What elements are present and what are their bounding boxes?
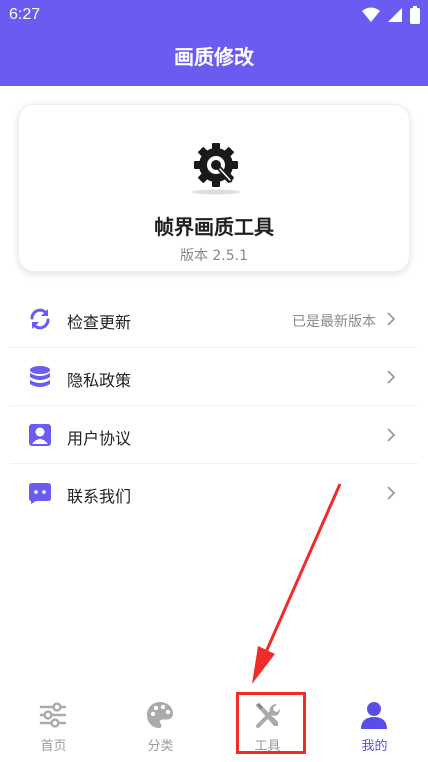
gear-wrench-logo-icon: [192, 143, 240, 195]
settings-menu: 检查更新 已是最新版本 隐私政策 用户协议 联系我们: [10, 290, 418, 522]
chat-icon: [29, 483, 51, 504]
tab-home[interactable]: 首页: [0, 688, 107, 762]
battery-icon: [410, 6, 420, 24]
app-name: 帧界画质工具: [154, 215, 274, 239]
menu-label: 隐私政策: [67, 371, 132, 390]
chevron-right-icon: [387, 428, 396, 442]
annotation-highlight-box: [236, 692, 306, 754]
status-time: 6:27: [9, 6, 41, 23]
status-icons: [362, 6, 420, 24]
menu-item-user-agreement[interactable]: 用户协议: [10, 406, 418, 464]
status-bar: 6:27: [0, 0, 428, 32]
user-card-icon: [29, 424, 51, 446]
chevron-right-icon: [387, 312, 396, 326]
tab-label: 我的: [361, 739, 388, 754]
palette-icon: [147, 702, 173, 728]
wifi-icon: [362, 7, 380, 22]
chevron-right-icon: [387, 486, 396, 500]
bottom-tab-bar: 首页 分类 工具 我的: [0, 688, 428, 762]
tab-category[interactable]: 分类: [107, 688, 214, 762]
menu-item-check-update[interactable]: 检查更新 已是最新版本: [10, 290, 418, 348]
menu-label: 检查更新: [67, 313, 132, 332]
app-info-card: 帧界画质工具 版本 2.5.1: [18, 104, 410, 272]
menu-item-privacy-policy[interactable]: 隐私政策: [10, 348, 418, 406]
app-version: 版本 2.5.1: [179, 248, 249, 264]
tab-label: 首页: [40, 739, 67, 754]
chevron-right-icon: [387, 370, 396, 384]
refresh-icon: [30, 308, 50, 330]
page-title: 画质修改: [174, 45, 254, 69]
menu-item-contact-us[interactable]: 联系我们: [10, 464, 418, 522]
person-icon: [361, 702, 387, 729]
menu-label: 用户协议: [67, 429, 132, 448]
menu-label: 联系我们: [67, 487, 132, 506]
tab-mine[interactable]: 我的: [321, 688, 428, 762]
sliders-icon: [39, 702, 67, 728]
tab-label: 分类: [147, 739, 174, 754]
update-status: 已是最新版本: [292, 314, 376, 330]
app-bar: 画质修改: [0, 32, 428, 86]
signal-icon: [388, 8, 402, 22]
database-icon: [30, 366, 50, 387]
